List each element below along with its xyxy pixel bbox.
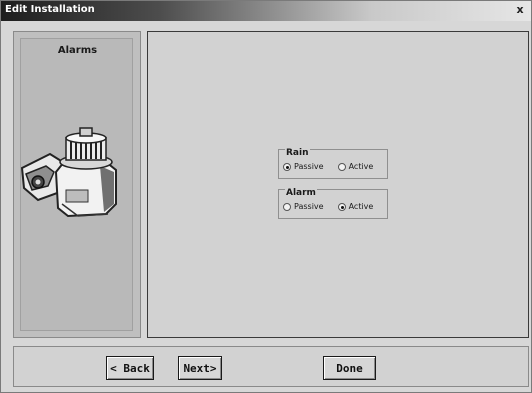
alarm-passive-option[interactable]: Passive bbox=[283, 202, 324, 211]
alarm-siren-device-icon bbox=[20, 127, 117, 218]
rain-active-option[interactable]: Active bbox=[337, 162, 374, 171]
next-button[interactable]: Next> bbox=[178, 356, 222, 380]
rain-passive-label: Passive bbox=[294, 162, 324, 171]
rain-group: Rain Passive Active bbox=[278, 148, 388, 179]
alarm-passive-radio[interactable] bbox=[283, 202, 291, 211]
close-icon[interactable]: x bbox=[513, 3, 527, 17]
rain-active-radio[interactable] bbox=[337, 162, 346, 171]
rain-passive-option[interactable]: Passive bbox=[283, 162, 324, 171]
rain-options: Passive Active bbox=[283, 162, 383, 171]
alarm-group-title: Alarm bbox=[285, 188, 317, 198]
window-title: Edit Installation bbox=[5, 4, 95, 15]
rain-passive-radio[interactable] bbox=[283, 162, 291, 171]
alarm-active-label: Active bbox=[348, 202, 374, 211]
title-bar: Edit Installation x bbox=[1, 1, 531, 21]
content-panel bbox=[147, 31, 529, 338]
button-bar bbox=[13, 346, 529, 387]
alarm-active-option[interactable]: Active bbox=[337, 202, 374, 211]
rain-active-label: Active bbox=[348, 162, 374, 171]
alarm-active-radio[interactable] bbox=[337, 202, 346, 211]
alarm-group: Alarm Passive Active bbox=[278, 188, 388, 219]
alarm-options: Passive Active bbox=[283, 202, 383, 211]
rain-group-title: Rain bbox=[285, 148, 310, 158]
sidebar-title: Alarms bbox=[57, 45, 98, 56]
alarm-passive-label: Passive bbox=[294, 202, 324, 211]
done-button[interactable]: Done bbox=[323, 356, 376, 380]
back-button[interactable]: < Back bbox=[106, 356, 154, 380]
